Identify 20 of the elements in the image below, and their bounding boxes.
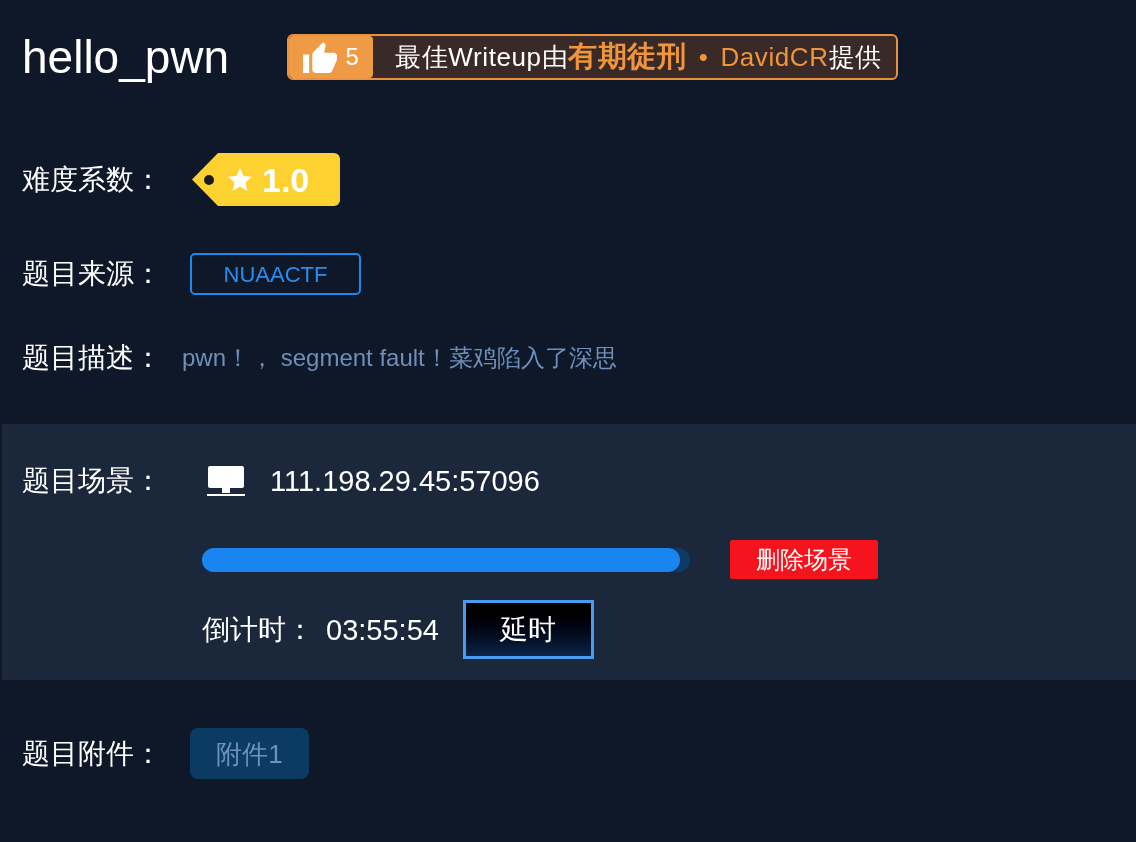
field-label: 题目场景： — [22, 464, 163, 498]
thumbs-up-icon — [303, 41, 338, 73]
hole-icon — [204, 175, 214, 185]
source-tag: NUAACTF — [190, 253, 361, 295]
star-icon — [228, 168, 252, 191]
field-label: 难度系数： — [22, 162, 163, 197]
countdown-label: 倒计时： — [202, 612, 314, 647]
extend-button[interactable]: 延时 — [462, 600, 594, 659]
field-label: 题目描述： — [22, 341, 163, 375]
attachment-button[interactable]: 附件1 — [190, 728, 309, 779]
field-label: 题目来源： — [22, 257, 163, 291]
scene-address: 111.198.29.45:57096 — [270, 464, 540, 499]
countdown-value: 03:55:54 — [326, 612, 439, 648]
description-text: pwn！， segment fault！菜鸡陷入了深思 — [182, 343, 617, 373]
difficulty-value: 1.0 — [262, 162, 310, 197]
like-button[interactable]: 5 — [289, 36, 374, 78]
monitor-icon — [207, 465, 245, 497]
delete-scene-button[interactable]: 删除场景 — [730, 540, 878, 579]
writeup-credit: 最佳Writeup由有期徒刑 • DavidCR提供 — [394, 39, 883, 75]
field-label: 题目附件： — [22, 736, 163, 771]
